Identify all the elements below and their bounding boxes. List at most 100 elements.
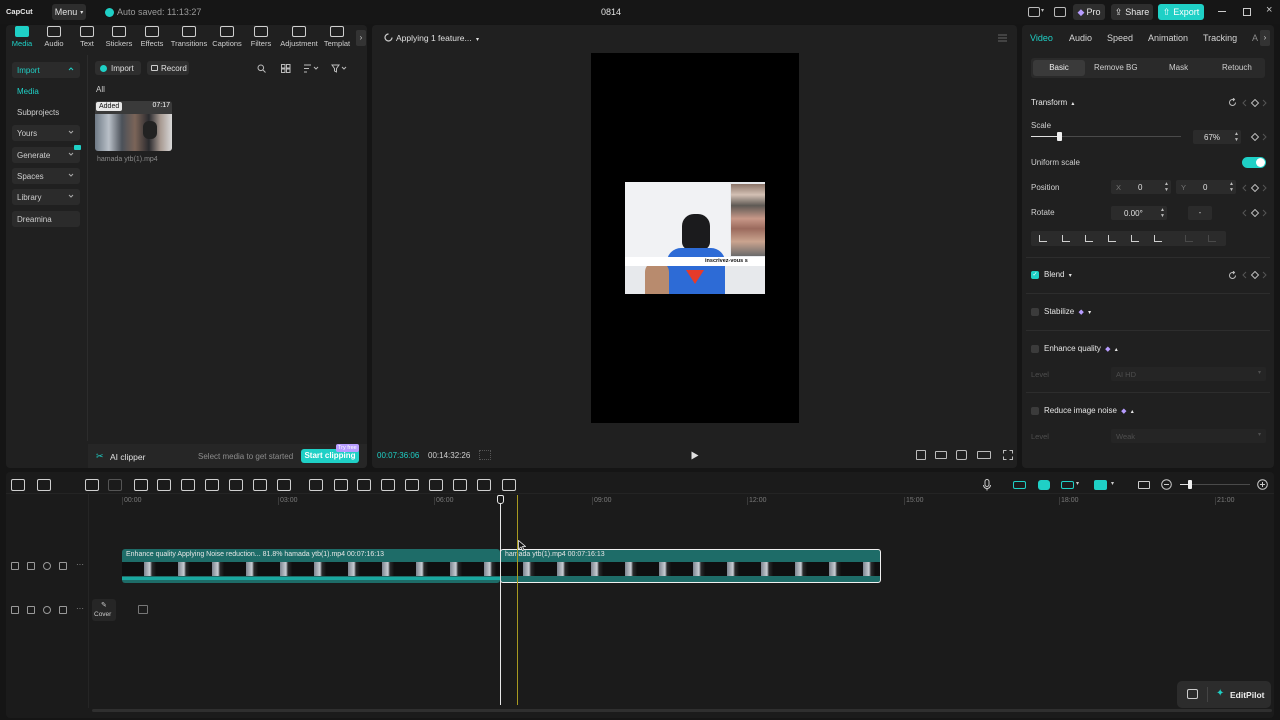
tool-templat[interactable]: Templat <box>321 26 353 50</box>
noise-heading[interactable]: Reduce image noise ◆ ▴ <box>1044 406 1134 415</box>
select-tool-icon[interactable] <box>37 479 51 491</box>
stepper-icon[interactable]: ▲ ▼ <box>1164 181 1169 193</box>
person-icon[interactable] <box>405 479 419 491</box>
aspect-ratio-icon[interactable] <box>977 451 991 459</box>
tool-stickers[interactable]: Stickers <box>103 26 135 50</box>
enhance-checkbox[interactable] <box>1031 345 1039 353</box>
layout-icon[interactable] <box>1028 7 1040 17</box>
more-icon[interactable]: ··· <box>76 561 84 570</box>
close-icon[interactable]: × <box>1266 4 1272 16</box>
playhead[interactable] <box>500 495 501 705</box>
trim-right-icon[interactable] <box>181 479 195 491</box>
volume-icon[interactable] <box>59 606 67 614</box>
position-x-field[interactable]: X 0 ▲ ▼ <box>1111 180 1171 194</box>
tool-media[interactable]: Media <box>6 26 38 50</box>
align-bottom-icon[interactable] <box>1154 235 1162 242</box>
redo-icon[interactable] <box>108 479 122 491</box>
blend-checkbox[interactable]: ✓ <box>1031 271 1039 279</box>
link-main-track-icon[interactable] <box>1013 481 1026 489</box>
sort-icon[interactable] <box>303 64 319 73</box>
marker-icon[interactable] <box>229 479 243 491</box>
sidebar-item-media[interactable]: Media <box>12 83 80 99</box>
distribute-v-icon[interactable] <box>1208 235 1216 242</box>
eye-icon[interactable] <box>43 562 51 570</box>
align-center-h-icon[interactable] <box>1062 235 1070 242</box>
hd-icon[interactable] <box>453 479 467 491</box>
toolbar-next-arrow[interactable]: › <box>356 30 366 46</box>
menu-button[interactable]: Menu ▾ <box>52 4 86 20</box>
noise-level-select[interactable]: Weak ▾ <box>1111 429 1266 443</box>
noise-checkbox[interactable] <box>1031 407 1039 415</box>
position-y-field[interactable]: Y 0 ▲ ▼ <box>1176 180 1236 194</box>
keyframe-nav-icon[interactable] <box>1242 99 1270 107</box>
sidebar-item-import[interactable]: Import <box>12 62 80 78</box>
crop-icon[interactable] <box>253 479 267 491</box>
tool-effects[interactable]: Effects <box>136 26 168 50</box>
chevron-down-icon[interactable]: ▾ <box>1111 480 1114 487</box>
volume-icon[interactable] <box>59 562 67 570</box>
tool-audio[interactable]: Audio <box>38 26 70 50</box>
track-toggle-icon[interactable] <box>11 562 19 570</box>
audio-wave-icon[interactable] <box>502 479 516 491</box>
tabs-next-arrow[interactable]: › <box>1260 30 1270 46</box>
rotate-field[interactable]: 0.00° ▲ ▼ <box>1111 206 1167 220</box>
keyframe-nav-icon[interactable] <box>1242 271 1270 279</box>
subtab-mask[interactable]: Mask <box>1169 63 1188 72</box>
timecode-grid-icon[interactable] <box>479 450 491 460</box>
search-icon[interactable] <box>257 64 266 73</box>
editpilot-widget[interactable]: ✦ EditPilot <box>1177 681 1271 708</box>
tool-captions[interactable]: Captions <box>211 26 243 50</box>
tab-speed[interactable]: Speed <box>1107 33 1133 43</box>
keyframe-nav-icon[interactable] <box>1242 133 1270 141</box>
zoom-out-icon[interactable] <box>1161 479 1172 490</box>
mask-icon[interactable] <box>381 479 395 491</box>
editpilot-chat-icon[interactable] <box>1187 689 1198 699</box>
scale-slider-thumb[interactable] <box>1057 132 1062 141</box>
microphone-icon[interactable] <box>983 479 991 491</box>
eye-icon[interactable] <box>43 606 51 614</box>
sidebar-item-dreamina[interactable]: Dreamina <box>12 211 80 227</box>
lock-icon[interactable] <box>27 606 35 614</box>
align-right-icon[interactable] <box>1085 235 1093 242</box>
video-clip-1[interactable]: Enhance quality Applying Noise reduction… <box>122 549 500 583</box>
ratio-icon[interactable] <box>935 451 947 459</box>
enhance-heading[interactable]: Enhance quality ◆ ▴ <box>1044 344 1118 353</box>
timeline-scrollbar[interactable] <box>92 709 1272 712</box>
subtab-remove-bg[interactable]: Remove BG <box>1094 63 1138 72</box>
maximize-icon[interactable] <box>1243 8 1251 16</box>
align-top-icon[interactable] <box>1108 235 1116 242</box>
tool-text[interactable]: Text <box>71 26 103 50</box>
stabilize-heading[interactable]: Stabilize ◆ ▾ <box>1044 307 1091 316</box>
transform-heading[interactable]: Transform ▴ <box>1031 98 1074 107</box>
reset-icon[interactable] <box>1228 271 1237 280</box>
blend-heading[interactable]: Blend ▾ <box>1044 270 1072 279</box>
player-menu-icon[interactable] <box>998 34 1007 42</box>
cover-button[interactable]: ✎ Cover <box>92 599 116 621</box>
playhead-handle[interactable] <box>497 495 504 504</box>
insert-icon[interactable] <box>334 479 348 491</box>
zoom-slider[interactable] <box>1180 480 1250 489</box>
split-icon[interactable] <box>134 479 148 491</box>
stepper-icon[interactable]: ▲ ▼ <box>1160 207 1165 219</box>
grid-view-icon[interactable] <box>281 64 291 73</box>
keyframe-nav-icon[interactable] <box>1242 184 1270 192</box>
subtab-retouch[interactable]: Retouch <box>1222 63 1252 72</box>
tab-audio[interactable]: Audio <box>1069 33 1092 43</box>
stepper-icon[interactable]: ▲ ▼ <box>1234 131 1239 143</box>
preview-video-frame[interactable]: inscrivez-vous s <box>625 182 765 294</box>
tool-filters[interactable]: Filters <box>245 26 277 50</box>
filter-icon[interactable] <box>331 64 347 73</box>
player-status[interactable]: Applying 1 feature... ▾ <box>396 33 479 43</box>
align-center-v-icon[interactable] <box>1131 235 1139 242</box>
align-left-icon[interactable] <box>1039 235 1047 242</box>
enhance-level-select[interactable]: AI HD ▾ <box>1111 367 1266 381</box>
track-toggle-icon[interactable] <box>11 606 19 614</box>
media-thumbnail[interactable]: Added 07:17 <box>95 101 172 151</box>
tool-transitions[interactable]: Transitions <box>171 26 207 50</box>
sidebar-item-subprojects[interactable]: Subprojects <box>12 104 80 120</box>
more-icon[interactable]: ··· <box>76 605 84 614</box>
uniform-scale-toggle[interactable] <box>1242 157 1266 168</box>
delete-icon[interactable] <box>205 479 219 491</box>
pen-icon[interactable] <box>357 479 371 491</box>
sidebar-item-spaces[interactable]: Spaces <box>12 168 80 184</box>
